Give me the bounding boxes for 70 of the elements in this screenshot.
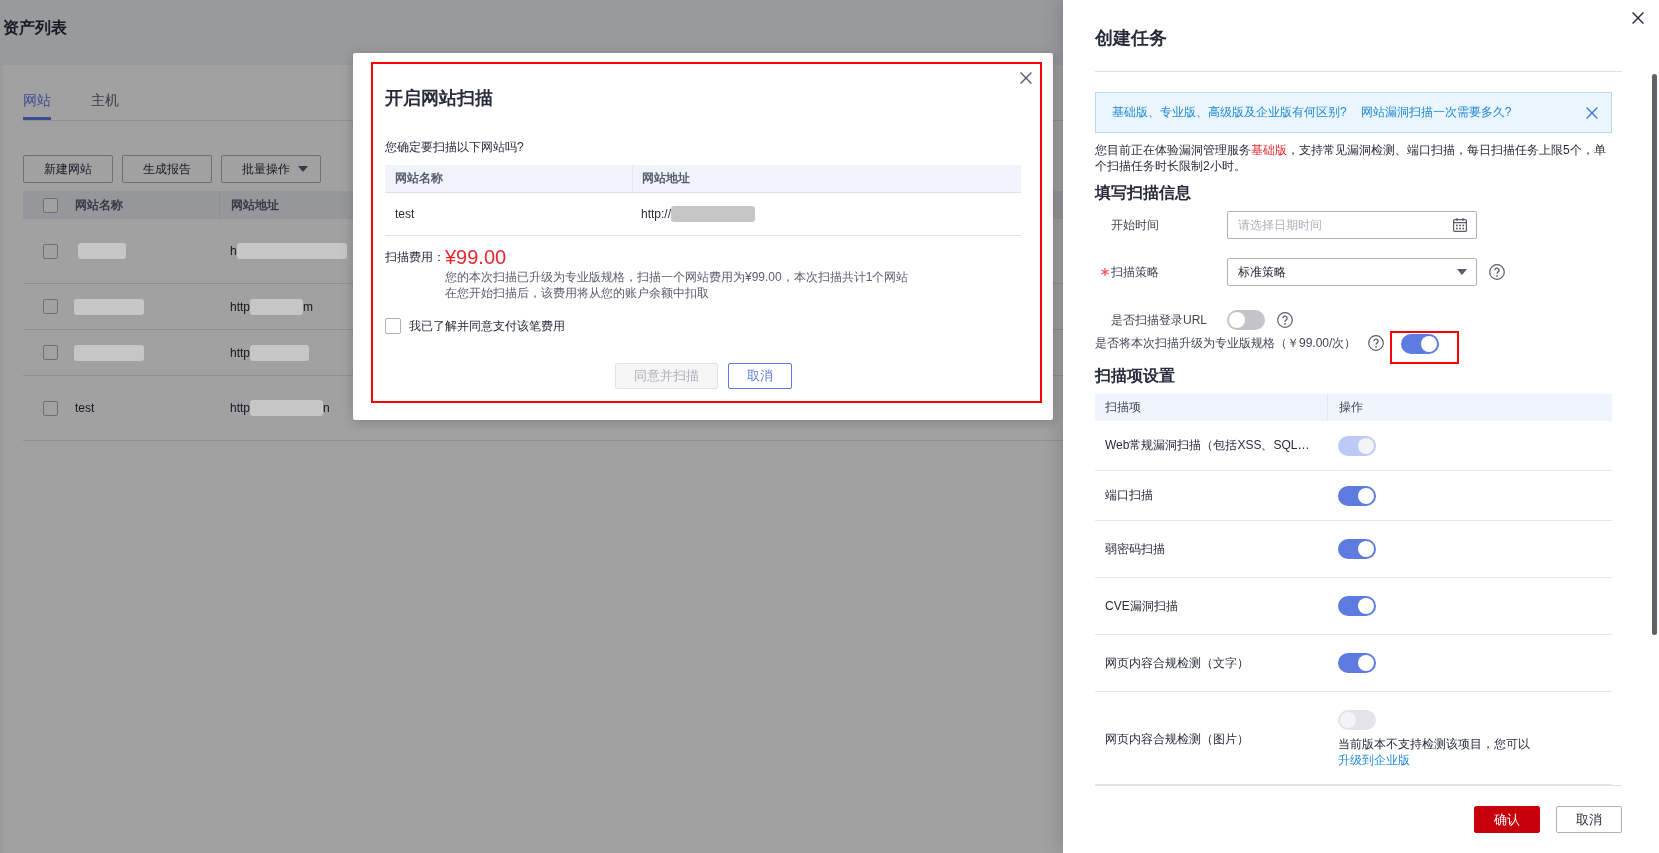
scan-item-label: 网页内容合规检测（文字）	[1105, 655, 1249, 670]
confirm-question: 您确定要扫描以下网站吗?	[385, 139, 524, 156]
unsupported-note: 当前版本不支持检测该项目，您可以 升级到企业版	[1338, 736, 1531, 768]
column-header: 网站地址	[231, 196, 279, 214]
column-header: 扫描项	[1105, 399, 1141, 416]
column-header: 网站名称	[395, 170, 443, 187]
scan-item-label: 端口扫描	[1105, 488, 1153, 502]
dropdown-button[interactable]: 批量操作	[221, 155, 321, 183]
column-header: 网站名称	[75, 196, 123, 214]
field-label: 开始时间	[1111, 217, 1159, 234]
toolbar-button[interactable]: 生成报告	[122, 155, 212, 183]
tab[interactable]: 主机	[91, 90, 119, 120]
dialog-title: 开启网站扫描	[385, 87, 493, 110]
column-header: 操作	[1339, 399, 1363, 416]
field-label: 扫描策略	[1111, 264, 1159, 281]
scan-item-label: 网页内容合规检测（图片）	[1105, 731, 1249, 746]
toggle-switch[interactable]	[1338, 539, 1376, 559]
toggle-switch[interactable]	[1338, 653, 1376, 673]
field-label: 是否扫描登录URL	[1111, 312, 1207, 329]
address-text: http	[230, 345, 250, 360]
toolbar-button[interactable]: 新建网站	[23, 155, 113, 183]
scan-item-label: Web常规漏洞扫描（包括XSS、SQL…	[1105, 438, 1310, 452]
panel-title: 创建任务	[1095, 27, 1167, 50]
help-icon[interactable]	[1489, 264, 1505, 280]
scan-item-label: CVE漏洞扫描	[1105, 598, 1178, 613]
address-text: h	[230, 244, 237, 258]
tab[interactable]: 网站	[23, 90, 51, 120]
checkbox[interactable]	[43, 400, 58, 416]
section-title: 扫描项设置	[1095, 366, 1175, 386]
page-title: 资产列表	[3, 18, 67, 38]
fee-label: 扫描费用：	[385, 249, 445, 266]
address-text: http	[230, 299, 250, 314]
scrollbar-thumb[interactable]	[1652, 74, 1657, 635]
checkbox[interactable]	[43, 345, 58, 360]
toggle-switch[interactable]	[1338, 596, 1376, 616]
scan-item-label: 弱密码扫描	[1105, 541, 1165, 556]
checkbox[interactable]	[43, 243, 58, 259]
fee-note: 您的本次扫描已升级为专业版规格，扫描一个网站费用为¥99.00，本次扫描共计1个网站	[445, 269, 909, 285]
column-header: 网站地址	[642, 170, 690, 187]
confirm-button[interactable]: 确认	[1474, 806, 1540, 833]
close-icon[interactable]	[1632, 12, 1644, 24]
help-icon[interactable]	[1277, 312, 1293, 328]
close-icon[interactable]	[1020, 72, 1032, 84]
fee-note: 在您开始扫描后，该费用将从您的账户余额中扣取	[445, 285, 709, 301]
section-title: 填写扫描信息	[1095, 183, 1191, 203]
cancel-button[interactable]: 取消	[1556, 806, 1622, 833]
checkbox[interactable]	[385, 318, 401, 334]
caret-icon	[298, 166, 308, 172]
help-link[interactable]: 网站漏洞扫描一次需要多久?	[1360, 104, 1512, 121]
checkbox[interactable]	[43, 197, 58, 213]
calendar-icon[interactable]	[1453, 218, 1467, 232]
toggle-switch[interactable]	[1401, 334, 1440, 354]
cancel-button[interactable]: 取消	[727, 363, 792, 389]
select-field[interactable]: 标准策略	[1227, 258, 1477, 286]
caret-icon	[1457, 269, 1467, 275]
plan-description: 您目前正在体验漏洞管理服务基础版，支持常见漏洞检测、端口扫描，每日扫描任务上限5个，单个扫描任务时长限制2小时。	[1095, 142, 1607, 174]
table-cell: test	[75, 401, 95, 415]
help-icon[interactable]	[1368, 335, 1385, 351]
toggle-switch[interactable]	[1227, 310, 1265, 330]
field-label: 是否将本次扫描升级为专业版规格（￥99.00/次）	[1095, 335, 1357, 352]
address-text: m	[303, 299, 313, 314]
checkbox[interactable]	[43, 299, 58, 314]
agreement-label: 我已了解并同意支付该笔费用	[409, 317, 565, 335]
fee-amount: ¥99.00	[445, 245, 507, 269]
address-text: http://	[641, 207, 672, 221]
address-text: n	[323, 401, 330, 415]
toggle-switch[interactable]	[1338, 485, 1376, 506]
help-link[interactable]: 基础版、专业版、高级版及企业版有何区别?	[1112, 104, 1347, 121]
address-text: http	[230, 401, 250, 415]
table-cell: test	[395, 207, 415, 221]
